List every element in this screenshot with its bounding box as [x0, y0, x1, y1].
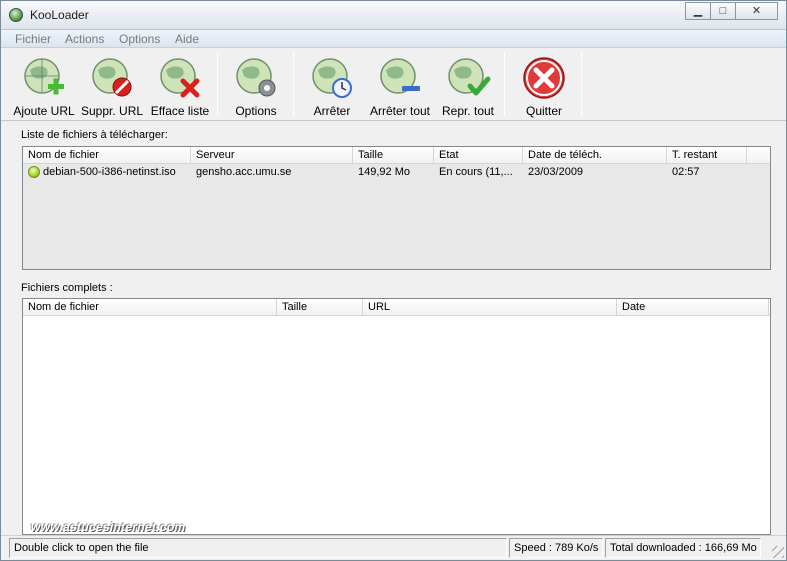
window-title: KooLoader	[30, 8, 89, 22]
toolbar-separator	[293, 52, 294, 116]
stop-all-button[interactable]: Arrêter tout	[365, 51, 435, 119]
menu-options[interactable]: Options	[119, 32, 160, 46]
status-hint: Double click to open the file	[9, 538, 507, 558]
col-filename[interactable]: Nom de fichier	[23, 147, 191, 164]
status-bar: Double click to open the file Speed : 78…	[1, 535, 786, 560]
resume-all-label: Repr. tout	[441, 104, 495, 118]
maximize-button[interactable]: □	[710, 2, 736, 20]
row-filename: debian-500-i386-netinst.iso	[43, 166, 176, 178]
resize-grip-icon[interactable]	[772, 546, 784, 558]
col-completed-filename[interactable]: Nom de fichier	[23, 299, 277, 316]
globe-stop-all-icon	[380, 58, 420, 94]
stop-all-label: Arrêter tout	[369, 104, 431, 118]
globe-clock-icon	[312, 58, 352, 98]
stop-button[interactable]: Arrêter	[301, 51, 363, 119]
watermark-text: www.astucesinternet.com	[31, 520, 186, 534]
clear-list-button[interactable]: Efface liste	[149, 51, 211, 119]
quit-label: Quitter	[525, 104, 562, 118]
col-date[interactable]: Date de téléch.	[523, 147, 667, 164]
menu-actions[interactable]: Actions	[65, 32, 104, 46]
completed-header: Nom de fichier Taille URL Date	[23, 299, 770, 316]
completed-list[interactable]: Nom de fichier Taille URL Date	[22, 298, 771, 535]
remove-url-label: Suppr. URL	[81, 104, 144, 118]
options-button[interactable]: Options	[223, 51, 289, 119]
globe-remove-icon	[92, 58, 132, 97]
downloads-body: debian-500-i386-netinst.iso gensho.acc.u…	[23, 164, 770, 269]
completed-body	[23, 316, 770, 534]
minimize-button[interactable]: ▁	[685, 2, 711, 20]
app-logo-icon	[9, 8, 23, 22]
downloads-header: Nom de fichier Serveur Taille Etat Date …	[23, 147, 770, 164]
toolbar: Ajoute URL Suppr. URL Efface liste Optio…	[1, 48, 786, 121]
col-size[interactable]: Taille	[353, 147, 434, 164]
row-state: En cours (11,...	[439, 166, 513, 178]
downloads-list[interactable]: Nom de fichier Serveur Taille Etat Date …	[22, 146, 771, 270]
table-row[interactable]: debian-500-i386-netinst.iso gensho.acc.u…	[23, 164, 770, 181]
row-remaining: 02:57	[672, 166, 700, 178]
menu-bar: Fichier Actions Options Aide	[1, 30, 786, 48]
close-button[interactable]: ✕	[735, 2, 778, 20]
status-speed: Speed : 789 Ko/s	[509, 538, 603, 558]
add-url-label: Ajoute URL	[13, 104, 75, 118]
col-completed-url[interactable]: URL	[363, 299, 617, 316]
maximize-icon: □	[719, 5, 727, 17]
remove-url-button[interactable]: Suppr. URL	[81, 51, 143, 119]
globe-check-icon	[448, 58, 491, 96]
options-label: Options	[235, 104, 277, 118]
col-completed-date[interactable]: Date	[617, 299, 769, 316]
col-completed-size[interactable]: Taille	[277, 299, 363, 316]
globe-gear-icon	[236, 58, 276, 97]
toolbar-separator	[581, 52, 582, 116]
row-server: gensho.acc.umu.se	[196, 166, 292, 178]
col-server[interactable]: Serveur	[191, 147, 353, 164]
completed-section-label: Fichiers complets :	[21, 282, 113, 294]
app-window: KooLoader ▁ □ ✕ Fichier Actions Options …	[0, 0, 787, 561]
menu-fichier[interactable]: Fichier	[15, 32, 51, 46]
row-date: 23/03/2009	[528, 166, 584, 178]
quit-x-icon	[523, 57, 565, 99]
stop-label: Arrêter	[313, 104, 351, 118]
globe-plus-icon	[24, 58, 64, 95]
title-bar[interactable]: KooLoader ▁ □ ✕	[1, 1, 786, 30]
status-total: Total downloaded : 166,69 Mo	[605, 538, 761, 558]
window-controls: ▁ □ ✕	[685, 2, 778, 20]
resume-all-button[interactable]: Repr. tout	[437, 51, 499, 119]
add-url-button[interactable]: Ajoute URL	[9, 51, 79, 119]
downloads-section-label: Liste de fichiers à télécharger:	[21, 129, 168, 141]
menu-aide[interactable]: Aide	[175, 32, 199, 46]
globe-clear-icon	[160, 58, 200, 98]
clear-list-label: Efface liste	[150, 104, 210, 118]
toolbar-separator	[504, 52, 505, 116]
minimize-icon: ▁	[693, 5, 703, 17]
col-remaining[interactable]: T. restant	[667, 147, 747, 164]
toolbar-separator	[217, 52, 218, 116]
row-size: 149,92 Mo	[358, 166, 410, 178]
col-state[interactable]: Etat	[434, 147, 523, 164]
close-icon: ✕	[751, 5, 762, 17]
quit-button[interactable]: Quitter	[511, 51, 577, 119]
